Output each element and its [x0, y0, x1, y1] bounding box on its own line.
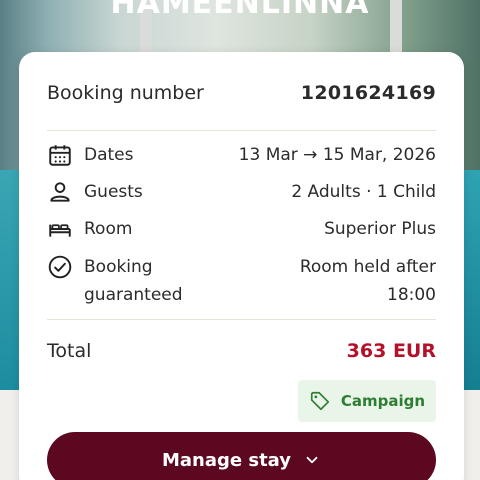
total-row: Total 363 EUR: [47, 340, 436, 362]
guarantee-label-line1: Booking: [84, 257, 153, 277]
booking-number-row: Booking number 1201624169: [47, 82, 436, 104]
total-label: Total: [47, 340, 92, 362]
booking-card: Booking number 1201624169 Dates 13 Mar →…: [19, 52, 464, 480]
guarantee-label-line2: guaranteed: [84, 285, 183, 305]
guests-value: 2 Adults · 1 Child: [291, 182, 436, 202]
chevron-down-icon: [306, 456, 318, 464]
detail-guarantee: Booking guaranteed Room held after 18:00: [47, 253, 436, 309]
guarantee-value-line1: Room held after: [299, 257, 436, 277]
guarantee-value-line2: 18:00: [387, 285, 436, 305]
detail-dates: Dates 13 Mar → 15 Mar, 2026: [47, 141, 436, 169]
guests-label: Guests: [84, 182, 143, 202]
total-price: 363 EUR: [346, 340, 436, 362]
divider: [47, 319, 436, 320]
campaign-label: Campaign: [340, 392, 426, 410]
guarantee-value: Room held after 18:00: [300, 253, 436, 309]
dates-label: Dates: [84, 145, 134, 165]
dates-value: 13 Mar → 15 Mar, 2026: [238, 145, 436, 165]
booking-number-value: 1201624169: [300, 82, 436, 104]
booking-number-label: Booking number: [47, 82, 204, 104]
detail-room: Room Superior Plus: [47, 215, 436, 243]
divider: [47, 130, 436, 131]
hero-title: HAMEENLINNA: [110, 0, 370, 21]
guarantee-label: Booking guaranteed: [84, 253, 183, 309]
manage-stay-label: Manage stay: [161, 449, 292, 471]
campaign-badge[interactable]: Campaign: [298, 380, 436, 422]
check-circle-icon: [48, 255, 72, 279]
person-icon: [50, 182, 70, 202]
calendar-icon: [49, 145, 71, 166]
manage-stay-button[interactable]: Manage stay: [47, 432, 436, 480]
room-value: Superior Plus: [324, 219, 436, 239]
tag-icon: [310, 391, 329, 411]
bed-icon: [49, 224, 71, 237]
room-label: Room: [84, 219, 133, 239]
detail-guests: Guests 2 Adults · 1 Child: [47, 178, 436, 206]
